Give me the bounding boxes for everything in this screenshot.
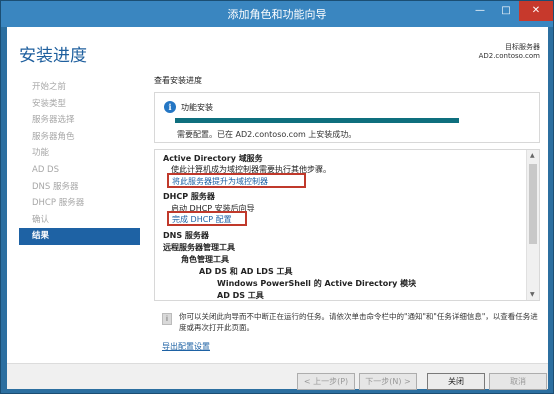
scroll-down-icon[interactable]: ▼: [530, 291, 535, 298]
results-scrollbar[interactable]: ▲ ▼: [526, 150, 539, 300]
result-dhcp-title: DHCP 服务器: [163, 192, 215, 201]
nav-item-before-you-begin[interactable]: 开始之前: [19, 79, 140, 96]
export-settings-link[interactable]: 导出配置设置: [162, 341, 210, 352]
wizard-nav: 开始之前 安装类型 服务器选择 服务器角色 功能 AD DS DNS 服务器 D…: [19, 79, 140, 245]
note-icon: i: [162, 313, 172, 325]
prev-button[interactable]: < 上一步(P): [297, 373, 355, 390]
close-button[interactable]: 关闭: [427, 373, 485, 390]
progress-bar: [175, 118, 459, 123]
result-rsat-title: 远程服务器管理工具: [163, 243, 235, 252]
progress-title: 功能安装: [181, 103, 213, 112]
nav-item-dhcp-server[interactable]: DHCP 服务器: [19, 195, 140, 212]
target-server-name: AD2.contoso.com: [478, 52, 540, 60]
close-icon[interactable]: ✕: [519, 1, 553, 21]
progress-bar-fill: [175, 118, 459, 123]
result-adds-tools: AD DS 和 AD LDS 工具: [199, 267, 293, 276]
nav-item-installation-type[interactable]: 安装类型: [19, 96, 140, 113]
next-button[interactable]: 下一步(N) >: [359, 373, 417, 390]
nav-item-results[interactable]: 结果: [19, 228, 140, 245]
wizard-window: 添加角色和功能向导 — □ ✕ 安装进度 目标服务器 AD2.contoso.c…: [0, 0, 554, 394]
title-bar[interactable]: 添加角色和功能向导 — □ ✕: [1, 1, 553, 27]
section-label: 查看安装进度: [154, 76, 202, 85]
nav-item-dns-server[interactable]: DNS 服务器: [19, 179, 140, 196]
result-role-tools: 角色管理工具: [181, 255, 229, 264]
result-ad-ds-tools: AD DS 工具: [217, 291, 264, 300]
button-bar: < 上一步(P) 下一步(N) > 关闭 取消: [7, 363, 548, 390]
note-text: 你可以关闭此向导而不中断正在运行的任务。请依次单击命令栏中的"通知"和"任务详细…: [179, 312, 538, 332]
cancel-button[interactable]: 取消: [489, 373, 547, 390]
scroll-thumb[interactable]: [529, 164, 537, 244]
page-title: 安装进度: [19, 46, 87, 66]
results-panel: Active Directory 域服务 使此计算机成为域控制器需要执行其他步骤…: [154, 149, 540, 301]
maximize-icon[interactable]: □: [493, 1, 519, 21]
scroll-up-icon[interactable]: ▲: [530, 152, 535, 159]
nav-item-ad-ds[interactable]: AD DS: [19, 162, 140, 179]
progress-panel: i 功能安装 需要配置。已在 AD2.contoso.com 上安装成功。: [154, 92, 540, 143]
progress-message: 需要配置。已在 AD2.contoso.com 上安装成功。: [177, 130, 357, 139]
result-ps-module: Windows PowerShell 的 Active Directory 模块: [217, 279, 417, 288]
target-server-label: 目标服务器: [505, 43, 540, 51]
nav-item-server-roles[interactable]: 服务器角色: [19, 129, 140, 146]
nav-item-features[interactable]: 功能: [19, 145, 140, 162]
nav-item-server-selection[interactable]: 服务器选择: [19, 112, 140, 129]
nav-item-confirmation[interactable]: 确认: [19, 212, 140, 229]
highlight-box: [167, 173, 306, 188]
info-icon: i: [164, 101, 176, 113]
highlight-box: [167, 211, 247, 226]
wizard-content: 安装进度 目标服务器 AD2.contoso.com 开始之前 安装类型 服务器…: [7, 27, 548, 390]
result-ad-title: Active Directory 域服务: [163, 154, 263, 163]
minimize-icon[interactable]: —: [467, 1, 493, 21]
results-list: Active Directory 域服务 使此计算机成为域控制器需要执行其他步骤…: [155, 150, 527, 300]
result-dns-title: DNS 服务器: [163, 231, 209, 240]
